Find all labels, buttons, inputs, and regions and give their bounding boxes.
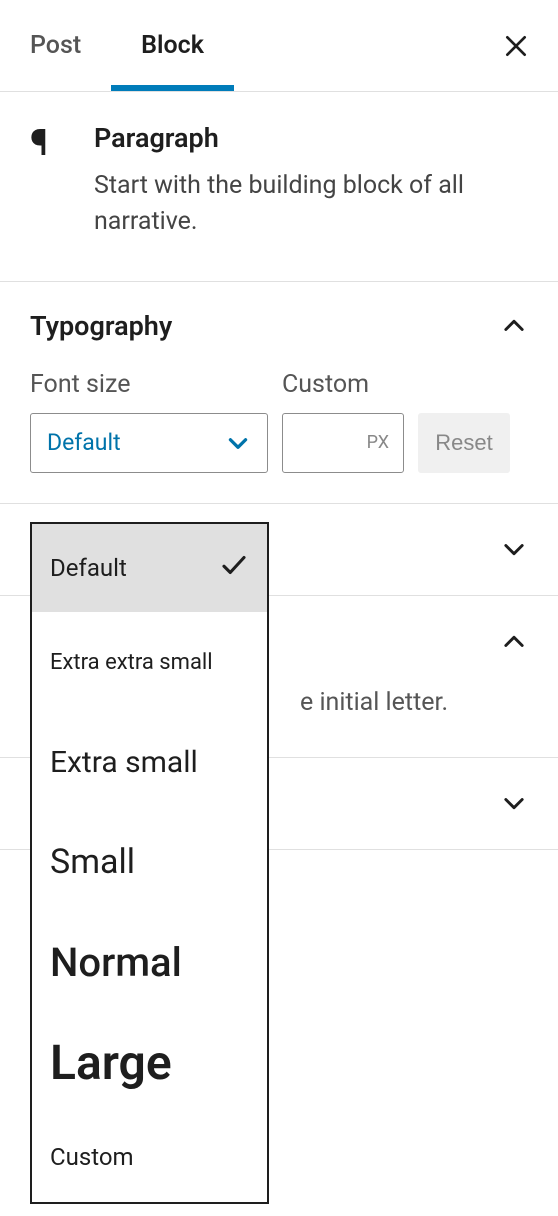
typography-panel-body: Font size Default Custom PX Reset xyxy=(0,370,558,503)
option-small[interactable]: Small xyxy=(32,812,267,912)
chevron-up-icon xyxy=(500,628,528,656)
reset-col: Reset xyxy=(418,370,510,473)
tab-block[interactable]: Block xyxy=(111,0,234,91)
block-description: Start with the building block of all nar… xyxy=(94,168,528,241)
option-large[interactable]: Large xyxy=(32,1012,267,1112)
font-size-label: Font size xyxy=(30,370,268,399)
block-info: Paragraph Start with the building block … xyxy=(94,122,528,241)
block-card: ¶ Paragraph Start with the building bloc… xyxy=(0,92,558,282)
tab-post[interactable]: Post xyxy=(0,0,111,91)
font-size-row: Font size Default Custom PX Reset xyxy=(30,370,528,473)
close-icon xyxy=(503,33,529,59)
option-extra-extra-small[interactable]: Extra extra small xyxy=(32,612,267,712)
settings-tabs: Post Block xyxy=(0,0,558,92)
chevron-up-icon xyxy=(500,312,528,340)
paragraph-icon: ¶ xyxy=(30,122,70,241)
font-size-preset-col: Font size Default xyxy=(30,370,268,473)
option-label: Small xyxy=(50,842,135,882)
option-custom[interactable]: Custom xyxy=(32,1112,267,1202)
option-label: Extra extra small xyxy=(50,650,213,675)
block-title: Paragraph xyxy=(94,122,528,154)
custom-size-label: Custom xyxy=(282,370,404,399)
font-size-selected-value: Default xyxy=(47,429,121,456)
px-unit: PX xyxy=(367,432,389,453)
typography-title: Typography xyxy=(30,310,172,342)
font-size-custom-col: Custom PX xyxy=(282,370,404,473)
chevron-down-icon xyxy=(500,789,528,817)
option-normal[interactable]: Normal xyxy=(32,912,267,1012)
typography-panel: Typography Font size Default Custom PX xyxy=(0,282,558,504)
font-size-dropdown: Default Extra extra small Extra small Sm… xyxy=(30,522,269,1204)
option-label: Extra small xyxy=(50,745,198,780)
check-icon xyxy=(219,550,249,586)
font-size-select[interactable]: Default xyxy=(30,413,268,473)
custom-size-input[interactable]: PX xyxy=(282,413,404,473)
close-button[interactable] xyxy=(494,24,538,68)
typography-panel-header[interactable]: Typography xyxy=(0,282,558,370)
option-label: Normal xyxy=(50,939,182,986)
reset-button[interactable]: Reset xyxy=(418,413,510,473)
option-label: Custom xyxy=(50,1143,134,1171)
option-label: Default xyxy=(50,554,127,582)
option-extra-small[interactable]: Extra small xyxy=(32,712,267,812)
chevron-down-icon xyxy=(225,430,251,456)
option-label: Large xyxy=(50,1034,172,1091)
option-default[interactable]: Default xyxy=(32,524,267,612)
chevron-down-icon xyxy=(500,535,528,563)
